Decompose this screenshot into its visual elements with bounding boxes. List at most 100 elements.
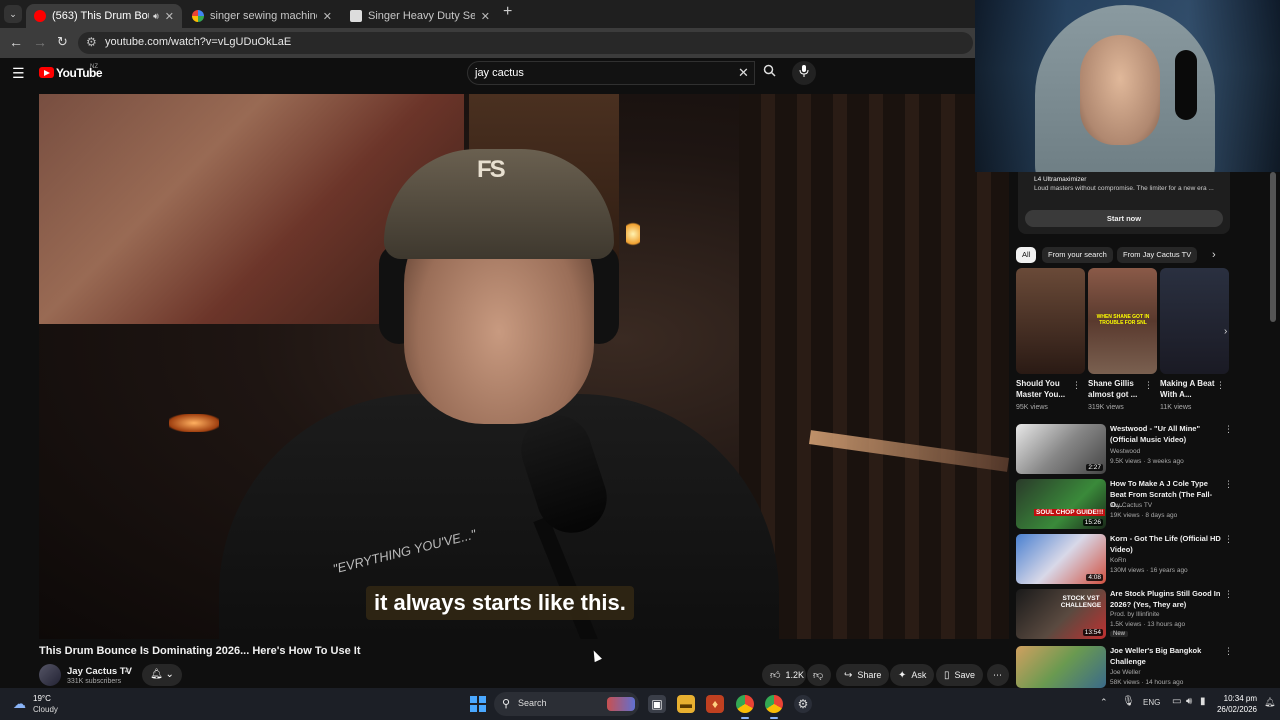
share-icon: ↪: [844, 669, 853, 681]
task-view-icon[interactable]: ▣: [648, 695, 666, 713]
more-vert-icon[interactable]: ⋮: [1224, 424, 1233, 435]
tab-singer-page[interactable]: Singer Heavy Duty Sewing Mac ✕: [342, 4, 498, 28]
microphone-in-use-icon[interactable]: 🎙︎: [1122, 696, 1135, 707]
recommendation-title[interactable]: Westwood - "Ur All Mine" (Official Music…: [1110, 424, 1222, 445]
video-thumbnail[interactable]: SOUL CHOP GUIDE!!! 15:26: [1016, 479, 1106, 529]
recommendation-channel[interactable]: Jay Cactus TV: [1110, 502, 1152, 509]
more-vert-icon[interactable]: ⋮: [1144, 380, 1153, 391]
weather-condition[interactable]: Cloudy: [33, 705, 58, 714]
site-info-icon[interactable]: ⚙: [86, 35, 97, 49]
settings-app-icon[interactable]: ⚙: [794, 695, 812, 713]
hamburger-menu-icon[interactable]: ☰: [12, 65, 25, 82]
more-vert-icon[interactable]: ⋮: [1072, 380, 1081, 391]
close-tab-icon[interactable]: ✕: [165, 10, 174, 23]
clock-date[interactable]: 26/02/2026: [1213, 705, 1257, 714]
search-highlight-image: [607, 697, 635, 711]
notification-icon[interactable]: 🔔︎: [1264, 697, 1275, 708]
recommendation-title[interactable]: Korn - Got The Life (Official HD Video): [1110, 534, 1222, 555]
recommendation-item[interactable]: SOUL CHOP GUIDE!!! 15:26 How To Make A J…: [1016, 479, 1236, 529]
share-button[interactable]: ↪ Share: [836, 664, 890, 686]
notification-bell-button[interactable]: 🔔︎ ⌄: [142, 664, 182, 686]
more-vert-icon[interactable]: ⋮: [1224, 534, 1233, 545]
chip-from-jay-cactus-tv[interactable]: From Jay Cactus TV: [1117, 247, 1198, 263]
sponsored-ad-card[interactable]: L4 Ultramaximizer Loud masters without c…: [1018, 172, 1230, 234]
recommendation-title[interactable]: Joe Weller's Big Bangkok Challenge: [1110, 646, 1222, 667]
recommendation-channel[interactable]: KoRn: [1110, 557, 1126, 564]
speaker-icon[interactable]: 🔊︎: [153, 11, 159, 22]
video-thumbnail[interactable]: 2:27: [1016, 424, 1106, 474]
youtube-logo-icon[interactable]: [39, 67, 54, 78]
recommendation-item[interactable]: 2:27 Westwood - "Ur All Mine" (Official …: [1016, 424, 1236, 474]
recommendation-item[interactable]: Joe Weller's Big Bangkok Challenge Joe W…: [1016, 646, 1236, 688]
input-language[interactable]: ENG: [1143, 698, 1160, 707]
chevron-right-icon[interactable]: ›: [1212, 249, 1216, 261]
new-tab-plus-icon[interactable]: +: [503, 3, 512, 21]
taskbar-search-label: Search: [518, 698, 547, 708]
taskbar-search[interactable]: ⚲ Search: [494, 692, 639, 716]
show-hidden-icons-icon[interactable]: ⌃: [1100, 697, 1108, 708]
url-text: youtube.com/watch?v=vLgUDuOkLaE: [105, 36, 292, 48]
chip-from-your-search[interactable]: From your search: [1042, 247, 1113, 263]
recommendation-item[interactable]: STOCK VST CHALLENGE 13:54 Are Stock Plug…: [1016, 589, 1236, 639]
sidebar-scrollbar[interactable]: [1270, 172, 1276, 322]
recommendation-item[interactable]: 4:08 Korn - Got The Life (Official HD Vi…: [1016, 534, 1236, 584]
back-arrow-icon[interactable]: ←: [9, 34, 23, 50]
like-button[interactable]: 👍︎ 1.2K: [762, 664, 806, 686]
desk-light: [169, 414, 219, 432]
chrome-profile-icon[interactable]: [765, 695, 783, 713]
video-caption: it always starts like this.: [366, 586, 634, 620]
recommendation-channel[interactable]: Prod. by Illinfinite: [1110, 611, 1160, 618]
dislike-button[interactable]: 👎︎: [807, 664, 831, 686]
short-title[interactable]: Shane Gillis almost got ...: [1088, 378, 1146, 400]
cloud-icon[interactable]: ☁: [13, 696, 26, 712]
clear-search-icon[interactable]: ✕: [738, 65, 749, 81]
battery-icon[interactable]: ▮: [1200, 696, 1206, 707]
short-views: 319K views: [1088, 404, 1124, 411]
shorts-next-icon[interactable]: ›: [1224, 326, 1227, 337]
chrome-icon[interactable]: [736, 695, 754, 713]
short-thumbnail[interactable]: [1016, 268, 1085, 374]
page-icon: [350, 10, 362, 22]
video-thumbnail[interactable]: [1016, 646, 1106, 688]
clock-time[interactable]: 10:34 pm: [1219, 694, 1257, 703]
thumbs-up-icon: 👍︎: [770, 670, 781, 681]
video-thumbnail[interactable]: 4:08: [1016, 534, 1106, 584]
channel-avatar[interactable]: [39, 664, 61, 686]
address-bar[interactable]: ⚙ youtube.com/watch?v=vLgUDuOkLaE: [78, 32, 973, 54]
short-thumbnail[interactable]: WHEN SHANE GOT IN TROUBLE FOR SNL: [1088, 268, 1157, 374]
more-vert-icon[interactable]: ⋮: [1216, 380, 1225, 391]
short-title[interactable]: Making A Beat With A...: [1160, 378, 1218, 400]
more-actions-button[interactable]: ⋯: [987, 664, 1009, 686]
short-title[interactable]: Should You Master You...: [1016, 378, 1074, 400]
recommendation-channel[interactable]: Joe Weller: [1110, 669, 1141, 676]
chip-all[interactable]: All: [1016, 247, 1037, 263]
video-player[interactable]: FS "EVRYTHING YOU'VE..." it always start…: [39, 94, 1009, 639]
reload-icon[interactable]: ↻: [57, 34, 68, 50]
video-thumbnail[interactable]: STOCK VST CHALLENGE 13:54: [1016, 589, 1106, 639]
short-thumbnail[interactable]: [1160, 268, 1229, 374]
voice-search-button[interactable]: [792, 61, 816, 85]
start-now-button[interactable]: Start now: [1025, 210, 1223, 227]
audio-app-icon[interactable]: ♦: [706, 695, 724, 713]
close-tab-icon[interactable]: ✕: [481, 10, 490, 23]
forward-arrow-icon[interactable]: →: [33, 34, 47, 50]
volume-icon[interactable]: 🔊︎: [1186, 696, 1192, 707]
channel-name[interactable]: Jay Cactus TV: [67, 666, 132, 677]
windows-start-button[interactable]: [470, 696, 486, 712]
more-vert-icon[interactable]: ⋮: [1224, 589, 1233, 600]
close-tab-icon[interactable]: ✕: [323, 10, 332, 23]
tab-youtube-video[interactable]: (563) This Drum Bounce Is I 🔊︎ ✕: [26, 4, 182, 28]
network-icon[interactable]: ▭: [1172, 696, 1181, 707]
recommendation-title[interactable]: Are Stock Plugins Still Good In 2026? (Y…: [1110, 589, 1222, 610]
tab-google-search[interactable]: singer sewing machine nz - Goo ✕: [184, 4, 340, 28]
file-explorer-icon[interactable]: ▬: [677, 695, 695, 713]
weather-temperature[interactable]: 19°C: [33, 694, 51, 703]
ask-button[interactable]: ✦ Ask: [890, 664, 935, 686]
more-vert-icon[interactable]: ⋮: [1224, 646, 1233, 657]
search-input[interactable]: jay cactus ✕: [467, 61, 755, 85]
save-button[interactable]: ▯ Save: [936, 664, 984, 686]
tab-search-button[interactable]: ⌄: [4, 5, 22, 23]
search-button[interactable]: [757, 61, 781, 85]
more-vert-icon[interactable]: ⋮: [1224, 479, 1233, 490]
recommendation-channel[interactable]: Westwood: [1110, 448, 1140, 455]
